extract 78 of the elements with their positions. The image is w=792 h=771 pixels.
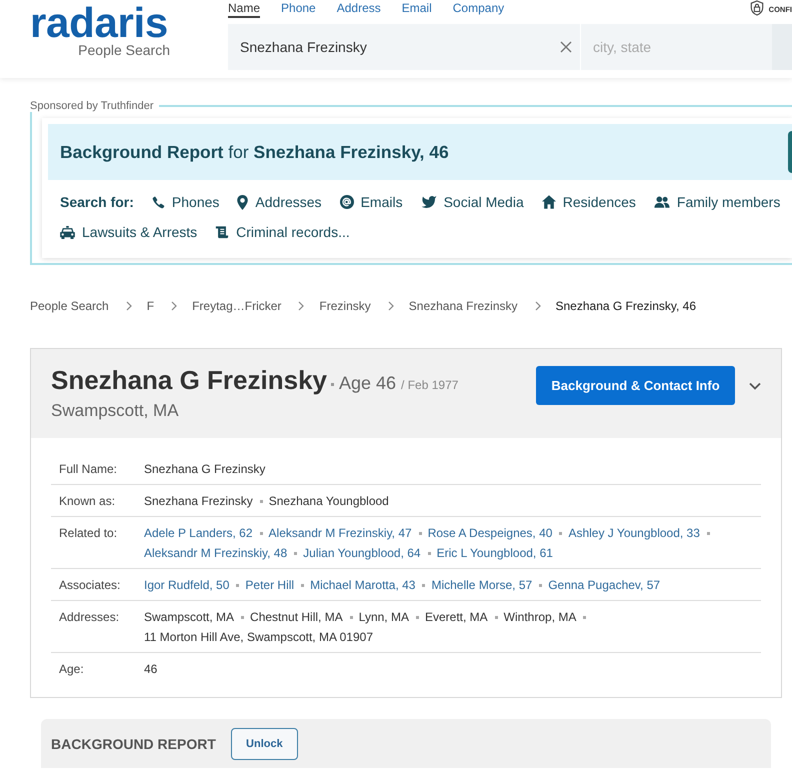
- logo-wordmark[interactable]: radaris: [30, 4, 170, 42]
- person-link[interactable]: Ashley J Youngblood, 33: [568, 525, 700, 541]
- person-link[interactable]: Michelle Morse, 57: [431, 577, 532, 593]
- detail-value: Snezhana G Frezinsky: [144, 461, 266, 477]
- detail-value: 11 Morton Hill Ave, Swampscott, MA 01907: [144, 629, 374, 645]
- person-link[interactable]: Peter Hill: [245, 577, 294, 593]
- report-link[interactable]: Social Media: [420, 193, 524, 211]
- logo-tagline: People Search: [77, 42, 170, 58]
- report-link[interactable]: Phones: [152, 193, 220, 211]
- lock-shield-icon: [750, 0, 764, 16]
- report-link[interactable]: Residences: [542, 193, 636, 211]
- age-text: Age 46: [338, 373, 396, 394]
- search-tab[interactable]: Phone: [281, 0, 316, 18]
- birth-date: / Feb 1977: [401, 378, 458, 392]
- phone-icon: [152, 196, 165, 208]
- search-tab[interactable]: Company: [452, 0, 504, 18]
- detail-label: Full Name:: [58, 461, 118, 477]
- report-link[interactable]: Addresses: [237, 193, 322, 211]
- report-link[interactable]: Lawsuits & Arrests: [60, 223, 198, 241]
- person-link[interactable]: Julian Youngblood, 64: [303, 545, 421, 561]
- people-icon: [654, 196, 670, 208]
- person-link[interactable]: Genna Pugachev, 57: [548, 577, 660, 593]
- detail-value: 46: [144, 661, 158, 677]
- detail-label: Related to:: [58, 525, 118, 542]
- breadcrumb-link[interactable]: Freytag…Fricker: [192, 298, 282, 314]
- car-icon: [60, 226, 75, 238]
- person-link[interactable]: Igor Rudfeld, 50: [144, 577, 230, 593]
- detail-label: Known as:: [58, 493, 116, 509]
- breadcrumb-link[interactable]: Snezhana Frezinsky: [408, 298, 518, 314]
- detail-value: Everett, MA: [424, 609, 488, 625]
- scroll-icon: [215, 225, 230, 239]
- chevron-down-icon[interactable]: [749, 382, 761, 390]
- chevron-right-icon: [171, 301, 178, 311]
- location-field[interactable]: city, state: [581, 24, 772, 70]
- chevron-right-icon: [534, 301, 540, 311]
- detail-label: Addresses:: [58, 609, 120, 626]
- map-pin-icon: [237, 194, 248, 210]
- detail-value: Chestnut Hill, MA: [250, 609, 343, 625]
- chevron-right-icon: [388, 301, 394, 311]
- detail-value: Snezhana Youngblood: [268, 493, 389, 509]
- breadcrumb-link[interactable]: Frezinsky: [319, 298, 371, 314]
- search-for-label: Search for:: [60, 193, 134, 211]
- person-link[interactable]: Eric L Youngblood, 61: [436, 545, 553, 561]
- report-link[interactable]: Criminal records...: [215, 223, 350, 241]
- person-link[interactable]: Michael Marotta, 43: [310, 577, 416, 593]
- detail-value: Lynn, MA: [358, 609, 409, 625]
- contact-info-button[interactable]: Background & Contact Info: [536, 366, 735, 405]
- breadcrumb-link[interactable]: People Search: [30, 298, 109, 314]
- location-text: Swampscott, MA: [51, 400, 180, 422]
- person-link[interactable]: Aleksandr M Frezinskiy, 48: [144, 545, 288, 561]
- detail-label: Associates:: [58, 577, 122, 593]
- bird-icon: [420, 195, 437, 209]
- report-heading: BACKGROUND REPORT: [51, 735, 216, 754]
- report-link[interactable]: Emails: [340, 193, 403, 211]
- person-name: Snezhana G Frezinsky: [51, 365, 327, 395]
- chevron-right-icon: [126, 301, 132, 311]
- search-tab[interactable]: Email: [402, 0, 432, 18]
- report-title: Background Report for Snezhana Frezinsky, 46: [60, 142, 449, 162]
- breadcrumb-link[interactable]: F: [146, 298, 154, 314]
- detail-value: Snezhana Frezinsky: [144, 493, 253, 509]
- sponsor-label: Sponsored by Truthfinder: [30, 100, 154, 112]
- detail-label: Age:: [58, 661, 85, 677]
- search-tab[interactable]: Name: [228, 0, 260, 18]
- report-button[interactable]: [788, 131, 792, 173]
- detail-value: Winthrop, MA: [504, 609, 576, 625]
- at-sign-icon: [340, 195, 354, 209]
- report-link[interactable]: Family members: [654, 193, 780, 211]
- search-tab[interactable]: Address: [336, 0, 381, 18]
- name-search-field[interactable]: Snezhana Frezinsky: [228, 24, 580, 70]
- detail-value: Swampscott, MA: [144, 609, 234, 625]
- unlock-button[interactable]: Unlock: [230, 728, 298, 760]
- close-icon[interactable]: [560, 41, 572, 53]
- person-link[interactable]: Adele P Landers, 62: [144, 525, 253, 541]
- breadcrumb-current: Snezhana G Frezinsky, 46: [556, 298, 696, 314]
- person-link[interactable]: Aleksandr M Frezinskiy, 47: [268, 525, 412, 541]
- house-icon: [542, 195, 556, 209]
- person-link[interactable]: Rose A Despeignes, 40: [428, 525, 552, 541]
- chevron-right-icon: [298, 301, 304, 311]
